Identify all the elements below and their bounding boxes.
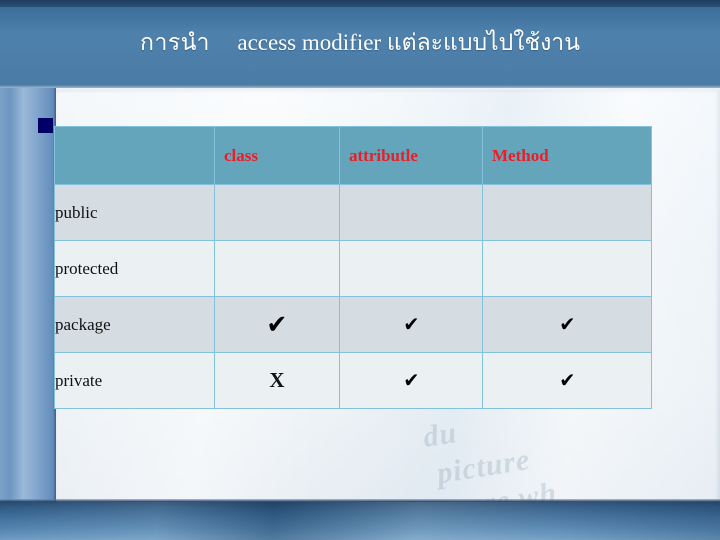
check-icon: ✔ [403, 367, 419, 392]
row-label-private: private [54, 352, 215, 409]
table-header-class: class [214, 126, 340, 185]
check-icon: ✔ [266, 309, 288, 340]
table-row: protected [54, 240, 652, 297]
background-bottom-edge [0, 499, 720, 502]
check-icon: ✔ [403, 311, 419, 336]
row-label-package: package [54, 296, 215, 353]
title-bar-top-edge [0, 0, 720, 7]
table-header-attributle: attributle [339, 126, 483, 185]
table-row: public [54, 184, 652, 241]
mark-none [411, 217, 412, 218]
cell-private-method: ✔ [482, 352, 652, 409]
cell-public-attributle [339, 184, 483, 241]
access-modifier-table-wrapper: class attributle Method public protected [54, 126, 652, 409]
access-modifier-table: class attributle Method public protected [54, 126, 652, 409]
title-latin: access modifier [237, 30, 382, 55]
cell-package-class: ✔ [214, 296, 340, 353]
cell-package-attributle: ✔ [339, 296, 483, 353]
mark-none [277, 217, 278, 218]
cell-protected-class [214, 240, 340, 297]
cell-public-class [214, 184, 340, 241]
row-label-protected: protected [54, 240, 215, 297]
slide-title-bar: การนำ access modifier แต่ละแบบไปใช้งาน [0, 0, 720, 88]
cell-public-method [482, 184, 652, 241]
cell-private-class: X [214, 352, 340, 409]
mark-none [277, 273, 278, 274]
title-bar-bottom-edge [0, 85, 720, 88]
mark-none [567, 217, 568, 218]
table-header-corner [54, 126, 215, 185]
square-bullet-icon [38, 118, 53, 133]
cell-package-method: ✔ [482, 296, 652, 353]
background-left-strip [0, 88, 56, 502]
slide-canvas: du picture scre wh การนำ access modifier… [0, 0, 720, 540]
mark-none [567, 273, 568, 274]
page-title: การนำ access modifier แต่ละแบบไปใช้งาน [0, 27, 720, 59]
table-head: class attributle Method [54, 126, 652, 185]
mark-none [411, 273, 412, 274]
check-icon: ✔ [559, 311, 575, 336]
title-thai-tail: แต่ละแบบไปใช้งาน [386, 30, 580, 55]
cell-protected-method [482, 240, 652, 297]
row-label-public: public [54, 184, 215, 241]
background-bottom-texture [0, 502, 720, 540]
cell-private-attributle: ✔ [339, 352, 483, 409]
table-header-row: class attributle Method [54, 126, 652, 185]
table-body: public protected package ✔ ✔ ✔ private X… [54, 184, 652, 409]
title-thai-lead: การนำ [140, 30, 210, 55]
check-icon: ✔ [559, 367, 575, 392]
table-row: package ✔ ✔ ✔ [54, 296, 652, 353]
table-header-method: Method [482, 126, 652, 185]
cross-icon: X [269, 367, 285, 392]
table-row: private X ✔ ✔ [54, 352, 652, 409]
cell-protected-attributle [339, 240, 483, 297]
